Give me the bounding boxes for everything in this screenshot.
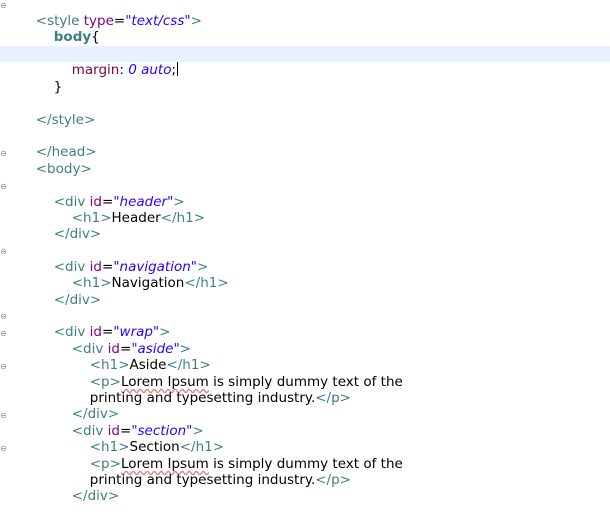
- code-line[interactable]: ⊖ <p>Lorem Ipsum is simply dummy text of…: [0, 440, 610, 473]
- fold-icon[interactable]: ⊖: [0, 363, 7, 371]
- code-line[interactable]: ⊖ <div id="wrap">: [0, 308, 610, 341]
- fold-icon[interactable]: ⊖: [0, 412, 7, 420]
- code-line[interactable]: }: [0, 63, 610, 95]
- code-line[interactable]: ⊖ <body>: [0, 145, 610, 178]
- code-line-current[interactable]: margin: 0 auto;: [0, 46, 610, 78]
- code-line[interactable]: ⊖ <div id="navigation">: [0, 243, 610, 276]
- fold-icon[interactable]: ⊖: [0, 445, 7, 453]
- code-line[interactable]: ⊖ <p>Lorem Ipsum is simply dummy text of…: [0, 358, 610, 391]
- fold-icon[interactable]: ⊖: [0, 313, 7, 321]
- css-brace: }: [53, 79, 63, 95]
- code-line[interactable]: <h1>Section</h1>: [0, 423, 610, 455]
- code-editor[interactable]: ⊖ <style type="text/css"> body{ width:96…: [0, 0, 610, 504]
- code-line[interactable]: ⊖ <div id="header">: [0, 178, 610, 211]
- fold-icon[interactable]: ⊖: [0, 2, 7, 10]
- code-line[interactable]: </div>: [0, 210, 610, 242]
- code-line[interactable]: body{: [0, 13, 610, 45]
- code-line[interactable]: ⊖ <div id="aside">: [0, 325, 610, 358]
- code-line[interactable]: <h1>Aside</h1>: [0, 341, 610, 373]
- code-line[interactable]: </head>: [0, 128, 610, 160]
- code-line[interactable]: </div>: [0, 276, 610, 308]
- fold-icon[interactable]: ⊖: [0, 248, 7, 256]
- fold-icon[interactable]: ⊖: [0, 183, 7, 191]
- fold-icon[interactable]: ⊖: [0, 330, 7, 338]
- tag-close: </style>: [35, 112, 96, 128]
- code-line[interactable]: </div>: [0, 472, 610, 504]
- code-line[interactable]: </style>: [0, 96, 610, 128]
- tag-open: <body>: [35, 161, 92, 177]
- code-line[interactable]: width:960px;: [0, 30, 610, 62]
- tag-close: </div>: [53, 292, 102, 308]
- code-line[interactable]: <h1>Header</h1>: [0, 194, 610, 226]
- code-line[interactable]: ⊖ <style type="text/css">: [0, 0, 610, 30]
- fold-icon[interactable]: ⊖: [0, 150, 7, 158]
- code-line[interactable]: <h1>Navigation</h1>: [0, 259, 610, 291]
- tag-close: </div>: [53, 226, 102, 242]
- code-line[interactable]: ⊖ <div id="section">: [0, 407, 610, 440]
- tag-close: </div>: [71, 488, 120, 504]
- code-line[interactable]: printing and typesetting industry.</p>: [0, 456, 610, 488]
- code-line[interactable]: </div>: [0, 390, 610, 422]
- code-line[interactable]: printing and typesetting industry.</p>: [0, 374, 610, 406]
